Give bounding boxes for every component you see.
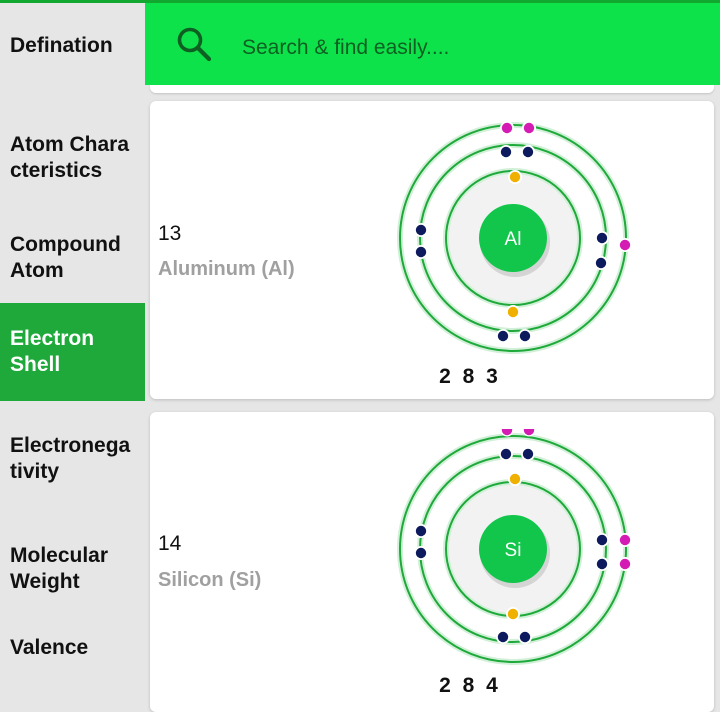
sidebar-item-molecular-weight[interactable]: Molecular Weight xyxy=(0,519,145,619)
sidebar-item-label: Atom Chara cteristics xyxy=(10,133,130,182)
element-name: Aluminum (Al) xyxy=(158,258,295,280)
sidebar: Defination Atom Chara cteristics Compoun… xyxy=(0,3,145,709)
element-list: 13 Aluminum (Al) Al 2 8 3 14 Silicon (Si… xyxy=(145,85,720,712)
search-bar[interactable]: Search & find easily.... xyxy=(145,3,720,85)
electron-shell-diagram: Si xyxy=(397,429,632,665)
search-icon[interactable] xyxy=(175,25,213,63)
sidebar-item-defination[interactable]: Defination xyxy=(0,3,145,88)
nucleus-symbol: Al xyxy=(505,229,522,250)
sidebar-item-label: Defination xyxy=(10,33,113,57)
search-input[interactable]: Search & find easily.... xyxy=(242,36,449,60)
sidebar-item-atom-characteristics[interactable]: Atom Chara cteristics xyxy=(0,108,145,208)
sidebar-item-valence[interactable]: Valence xyxy=(0,613,145,683)
electron-configuration: 2 8 3 xyxy=(439,365,501,388)
electron-configuration: 2 8 4 xyxy=(439,674,501,697)
element-card[interactable]: 13 Aluminum (Al) Al 2 8 3 xyxy=(150,101,714,399)
element-name: Silicon (Si) xyxy=(158,569,262,591)
sidebar-item-electronegativity[interactable]: Electronega tivity xyxy=(0,409,145,509)
previous-card-edge xyxy=(150,85,714,93)
sidebar-item-label: Electron Shell xyxy=(10,327,95,376)
sidebar-item-compound-atom[interactable]: Compound Atom xyxy=(0,208,145,308)
sidebar-item-electron-shell[interactable]: Electron Shell xyxy=(0,303,145,401)
sidebar-item-label: Electronega tivity xyxy=(10,434,131,483)
nucleus-symbol: Si xyxy=(505,540,522,561)
sidebar-item-label: Valence xyxy=(10,636,89,659)
sidebar-item-label: Compound Atom xyxy=(10,233,121,282)
electron-shell-diagram: Al xyxy=(397,121,632,354)
atomic-number: 13 xyxy=(158,222,182,245)
element-card[interactable]: 14 Silicon (Si) Si 2 8 4 xyxy=(150,412,714,712)
atomic-number: 14 xyxy=(158,532,182,555)
sidebar-item-label: Molecular Weight xyxy=(10,544,109,593)
